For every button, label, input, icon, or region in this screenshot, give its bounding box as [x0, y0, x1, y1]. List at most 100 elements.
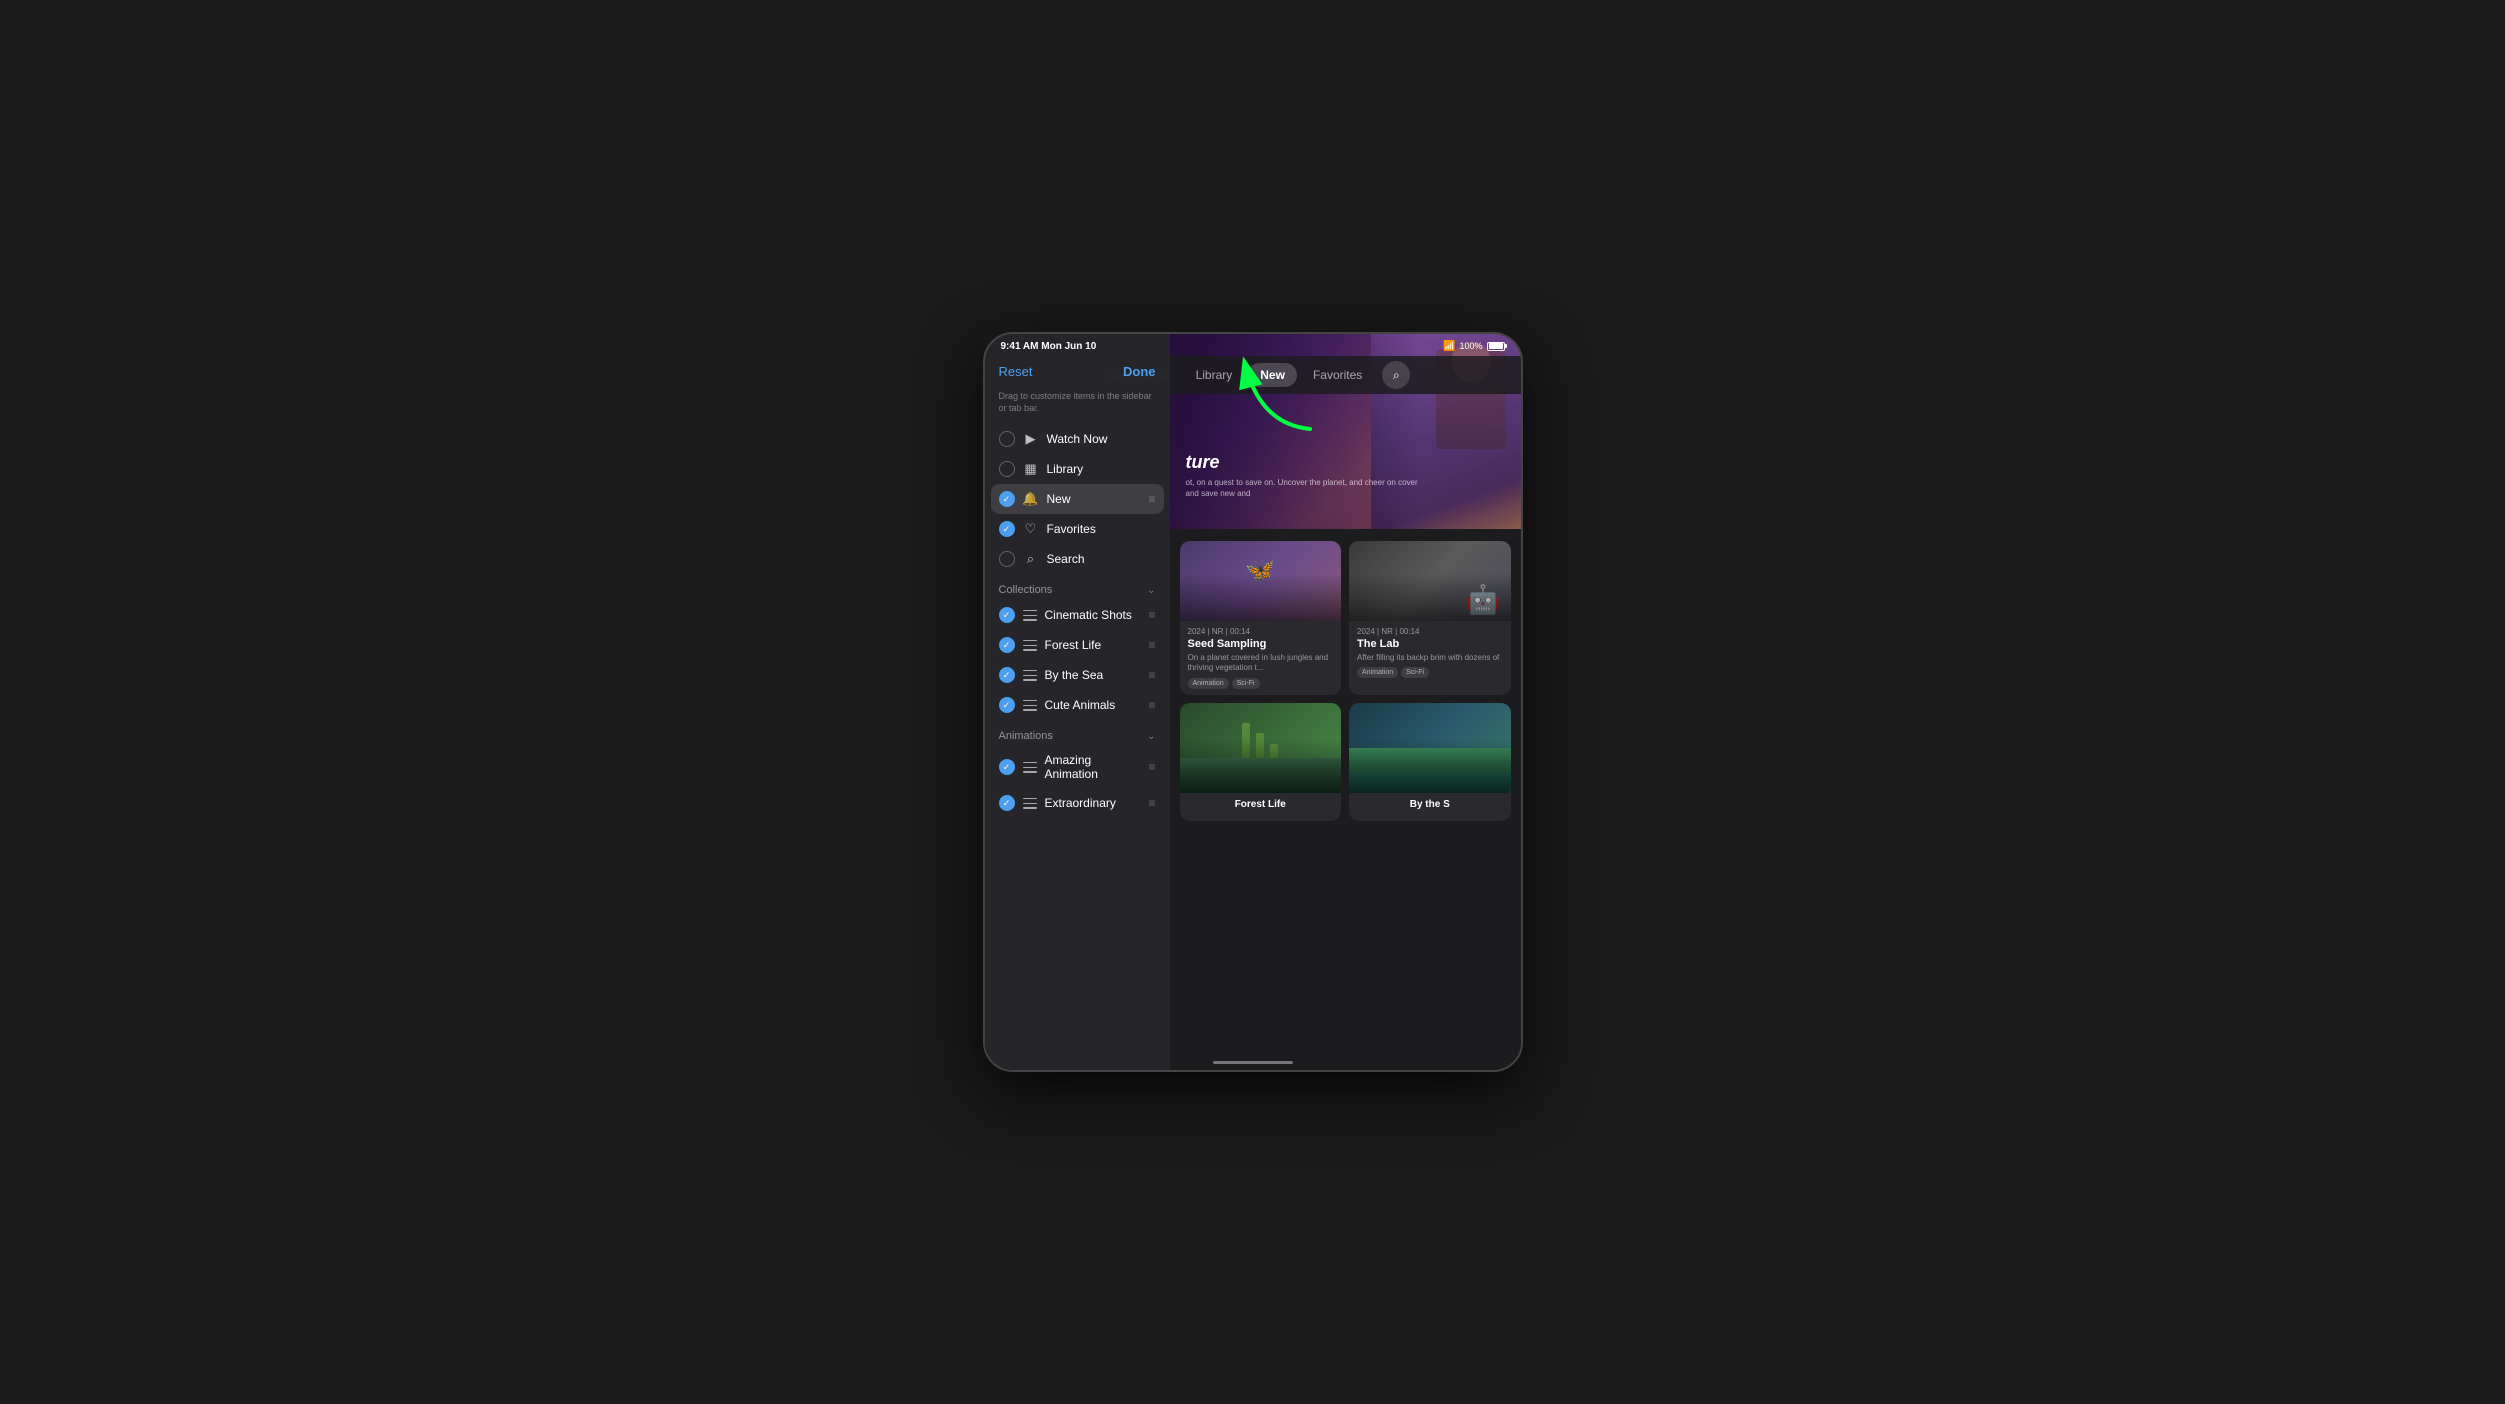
watch-now-label: Watch Now — [1047, 432, 1156, 446]
sidebar-item-library[interactable]: ▦ Library — [985, 454, 1170, 484]
forest-mountains — [1180, 758, 1342, 793]
collections-section-header[interactable]: Collections ⌄ — [985, 574, 1170, 600]
hero-text-area: ture ot, on a quest to save on. Uncover … — [1186, 452, 1421, 499]
check-cute: ✓ — [999, 697, 1015, 713]
sidebar-item-extraordinary[interactable]: ✓ Extraordinary ≡ — [985, 788, 1170, 818]
home-indicator — [1213, 1061, 1293, 1064]
cute-animals-label: Cute Animals — [1045, 698, 1141, 712]
battery-icon — [1487, 342, 1505, 351]
card-by-the-sea[interactable]: By the S — [1349, 703, 1511, 821]
new-bell-icon: 🔔 — [1023, 491, 1039, 507]
card-year-lab: 2024 | NR | 00:14 — [1357, 627, 1503, 636]
search-icon: ⌕ — [1393, 368, 1400, 383]
content-grid: 🦋 2024 | NR | 00:14 Seed Sampling — [1170, 529, 1521, 1070]
animations-chevron: ⌄ — [1147, 731, 1155, 742]
forest-list-icon — [1023, 638, 1037, 652]
wifi-icon: 📶 — [1443, 341, 1455, 352]
content-panel: ture ot, on a quest to save on. Uncover … — [1170, 340, 1521, 1070]
check-favorites: ✓ — [999, 521, 1015, 537]
sidebar-item-watch-now[interactable]: ▶ Watch Now — [985, 424, 1170, 454]
drag-handle-sea: ≡ — [1148, 668, 1155, 682]
sidebar-item-cinematic-shots[interactable]: ✓ Cinematic Shots ≡ — [985, 600, 1170, 630]
card-thumb-lab: 🤖 — [1349, 541, 1511, 621]
cinematic-list-icon — [1023, 608, 1037, 622]
collections-title: Collections — [999, 584, 1053, 596]
check-new: ✓ — [999, 491, 1015, 507]
drag-handle-new: ≡ — [1148, 492, 1155, 506]
sidebar-item-forest-life[interactable]: ✓ Forest Life ≡ — [985, 630, 1170, 660]
card-thumb-seed: 🦋 — [1180, 541, 1342, 621]
animations-title: Animations — [999, 730, 1053, 742]
bamboo-decoration — [1242, 723, 1278, 793]
sidebar-item-cute-animals[interactable]: ✓ Cute Animals ≡ — [985, 690, 1170, 720]
card-title-lab: The Lab — [1357, 638, 1503, 650]
sidebar-item-amazing-animation[interactable]: ✓ Amazing Animation ≡ — [985, 746, 1170, 788]
library-icon: ▦ — [1023, 461, 1039, 477]
status-bar: 9:41 AM Mon Jun 10 📶 100% — [985, 340, 1521, 358]
card-tags-lab: Animation Sci-Fi — [1357, 667, 1503, 678]
check-unchecked-search — [999, 551, 1015, 567]
search-nav-button[interactable]: ⌕ — [1382, 361, 1410, 389]
card-desc-seed: On a planet covered in lush jungles and … — [1188, 653, 1334, 674]
check-unchecked — [999, 431, 1015, 447]
sidebar-item-favorites[interactable]: ✓ ♡ Favorites — [985, 514, 1170, 544]
cinematic-shots-label: Cinematic Shots — [1045, 608, 1141, 622]
battery-cap — [1505, 344, 1507, 348]
card-year-seed: 2024 | NR | 00:14 — [1188, 627, 1334, 636]
card-tags-seed: Animation Sci-Fi — [1188, 678, 1334, 689]
check-sea: ✓ — [999, 667, 1015, 683]
drag-handle-forest: ≡ — [1148, 638, 1155, 652]
sidebar-hint: Drag to customize items in the sidebar o… — [985, 387, 1170, 424]
search-label: Search — [1047, 552, 1156, 566]
collections-chevron: ⌄ — [1147, 585, 1155, 596]
tab-favorites[interactable]: Favorites — [1301, 363, 1374, 387]
sidebar-item-by-the-sea[interactable]: ✓ By the Sea ≡ — [985, 660, 1170, 690]
tablet-frame: 9:41 AM Mon Jun 10 📶 100% Watch Now Libr… — [983, 332, 1523, 1072]
extraordinary-label: Extraordinary — [1045, 796, 1141, 810]
card-label-forest: Forest Life — [1180, 793, 1342, 821]
tag-scifi-1: Sci-Fi — [1232, 678, 1260, 689]
tab-new[interactable]: New — [1248, 363, 1297, 387]
check-extraordinary: ✓ — [999, 795, 1015, 811]
drag-handle-cute: ≡ — [1148, 698, 1155, 712]
butterfly-icon: 🦋 — [1245, 556, 1275, 585]
drag-handle-extraordinary: ≡ — [1148, 796, 1155, 810]
battery-text: 100% — [1459, 341, 1482, 351]
cute-list-icon — [1023, 698, 1037, 712]
card-label-sea: By the S — [1349, 793, 1511, 821]
amazing-animation-label: Amazing Animation — [1045, 753, 1141, 781]
new-label: New — [1047, 492, 1141, 506]
card-thumb-sea — [1349, 703, 1511, 793]
card-seed-sampling[interactable]: 🦋 2024 | NR | 00:14 Seed Sampling — [1180, 541, 1342, 695]
amazing-list-icon — [1023, 760, 1037, 774]
grid-row-2: Forest Life By the S — [1180, 703, 1511, 821]
battery-fill — [1489, 343, 1503, 349]
favorites-icon: ♡ — [1023, 521, 1039, 537]
tab-library[interactable]: Library — [1184, 363, 1245, 387]
bamboo-stalk-1 — [1242, 723, 1250, 793]
search-icon-sidebar: ⌕ — [1023, 551, 1039, 567]
card-forest-life[interactable]: Forest Life — [1180, 703, 1342, 821]
card-title-seed: Seed Sampling — [1188, 638, 1334, 650]
hero-title: ture — [1186, 452, 1421, 473]
sidebar-header: Reset Done — [985, 356, 1170, 387]
check-amazing: ✓ — [999, 759, 1015, 775]
by-the-sea-label: By the Sea — [1045, 668, 1141, 682]
animations-section-header[interactable]: Animations ⌄ — [985, 720, 1170, 746]
drag-handle-cinematic: ≡ — [1148, 608, 1155, 622]
done-button[interactable]: Done — [1123, 364, 1156, 379]
tag-animation-2: Animation — [1357, 667, 1398, 678]
sidebar-item-new[interactable]: ✓ 🔔 New ≡ — [991, 484, 1164, 514]
by-the-sea-card-title: By the S — [1357, 799, 1503, 810]
sidebar-item-search[interactable]: ⌕ Search — [985, 544, 1170, 574]
hero-description: ot, on a quest to save on. Uncover the p… — [1186, 477, 1421, 499]
tag-scifi-2: Sci-Fi — [1401, 667, 1429, 678]
grid-row-1: 🦋 2024 | NR | 00:14 Seed Sampling — [1180, 541, 1511, 695]
reset-button[interactable]: Reset — [999, 364, 1033, 379]
status-right: 📶 100% — [1443, 341, 1504, 352]
library-label: Library — [1047, 462, 1156, 476]
card-meta-lab: 2024 | NR | 00:14 The Lab After filling … — [1349, 621, 1511, 684]
card-the-lab[interactable]: 🤖 2024 | NR | 00:14 The Lab Aft — [1349, 541, 1511, 695]
bamboo-stalk-3 — [1270, 744, 1278, 793]
forest-life-label: Forest Life — [1045, 638, 1141, 652]
